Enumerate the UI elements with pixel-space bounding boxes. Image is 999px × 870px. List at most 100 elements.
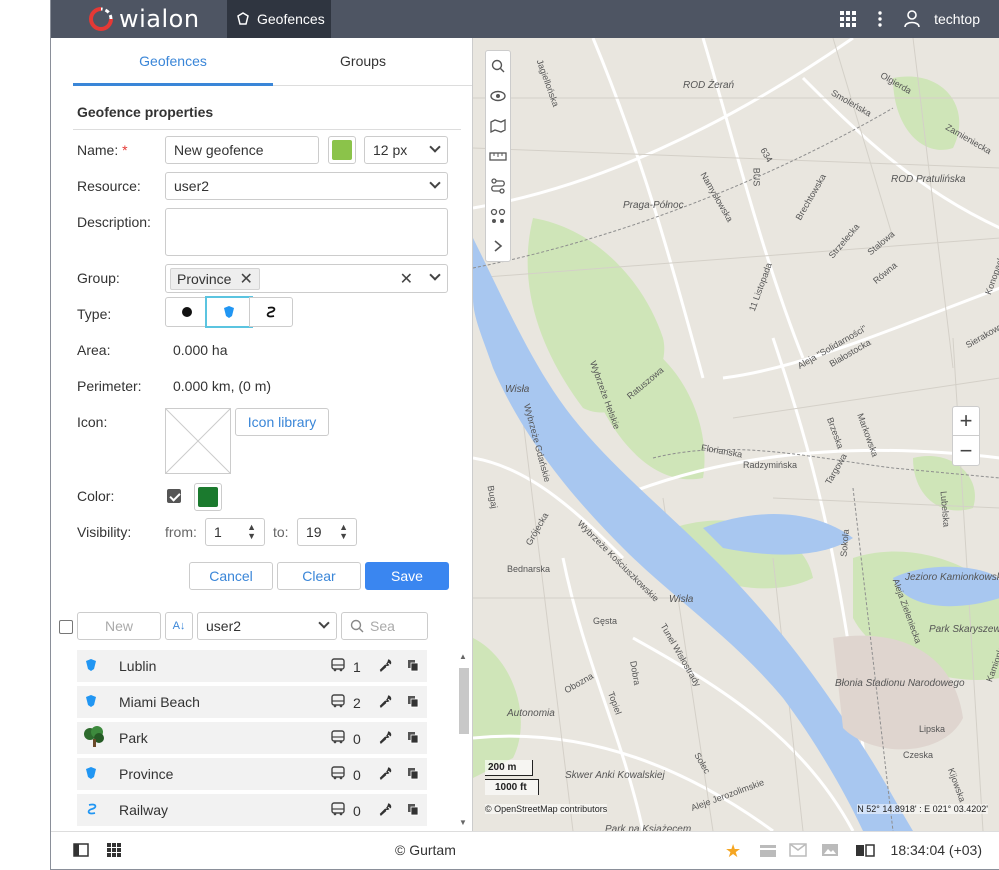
user-name[interactable]: techtop <box>934 11 980 27</box>
map-search-icon[interactable] <box>486 51 510 81</box>
name-color-picker[interactable] <box>328 136 356 164</box>
geofence-row[interactable]: Railway 0 <box>77 794 427 826</box>
nearest-units-icon[interactable] <box>486 201 510 231</box>
chip-remove-icon[interactable]: ✕ <box>239 269 252 289</box>
copy-icon[interactable] <box>407 695 419 711</box>
name-input[interactable]: New geofence <box>165 136 319 164</box>
copy-icon[interactable] <box>407 659 419 675</box>
clear-group-icon[interactable]: ✕ <box>400 269 413 289</box>
scroll-down-icon[interactable]: ▼ <box>459 818 467 827</box>
geofence-panel: Geofences Groups Geofence properties Nam… <box>51 38 473 831</box>
user-icon[interactable] <box>904 10 920 28</box>
list-resource-select[interactable]: user2 <box>197 612 337 640</box>
scroll-thumb[interactable] <box>459 668 469 734</box>
bottom-bar: © Gurtam ★ 18:34:04 (+03) <box>51 831 999 869</box>
units-count[interactable]: 1 <box>331 658 361 675</box>
billing-icon[interactable] <box>759 844 777 861</box>
ruler-icon[interactable] <box>486 141 510 171</box>
geofence-color-picker[interactable] <box>194 483 222 511</box>
more-menu-icon[interactable] <box>878 11 882 27</box>
map-attribution[interactable]: © OpenStreetMap contributors <box>485 804 608 814</box>
search-placeholder: Sea <box>370 618 395 634</box>
copy-icon[interactable] <box>407 803 419 819</box>
edit-wrench-icon[interactable] <box>379 803 392 819</box>
clear-button[interactable]: Clear <box>277 562 361 590</box>
toggle-panel-icon[interactable] <box>73 843 89 860</box>
top-bar: wialon Geofences techtop <box>51 0 999 38</box>
map-layers-icon[interactable] <box>486 111 510 141</box>
copy-icon[interactable] <box>407 767 419 783</box>
tab-groups[interactable]: Groups <box>263 38 463 86</box>
icon-placeholder[interactable] <box>165 408 231 474</box>
wialon-logo[interactable]: wialon <box>87 5 200 33</box>
chevron-right-icon[interactable] <box>486 231 510 261</box>
clock: 18:34:04 (+03) <box>890 842 982 858</box>
units-count[interactable]: 0 <box>331 730 361 747</box>
units-count[interactable]: 2 <box>331 694 361 711</box>
wialon-app: wialon Geofences techtop Geofences Group… <box>50 0 999 870</box>
bus-icon <box>331 766 353 783</box>
edit-wrench-icon[interactable] <box>379 767 392 783</box>
edit-wrench-icon[interactable] <box>379 695 392 711</box>
geofence-row[interactable]: Park 0 <box>77 722 427 754</box>
units-count[interactable]: 0 <box>331 802 361 819</box>
resource-select[interactable]: user2 <box>165 172 448 200</box>
notifications-panel-icon[interactable] <box>855 844 875 860</box>
geofence-row[interactable]: Miami Beach 2 <box>77 686 427 718</box>
geofence-row[interactable]: Province 0 <box>77 758 427 790</box>
group-select[interactable]: Province ✕ ✕ <box>165 264 448 293</box>
sort-az-button[interactable]: A↓ <box>165 612 193 640</box>
stepper-arrows-icon[interactable]: ▲ ▼ <box>247 523 256 541</box>
visibility-to-input[interactable]: 19 ▲ ▼ <box>297 518 357 546</box>
map-street-label: Czeska <box>903 750 934 760</box>
geofence-name: Lublin <box>119 658 157 674</box>
image-icon[interactable] <box>821 843 839 860</box>
edit-wrench-icon[interactable] <box>379 659 392 675</box>
route-icon[interactable] <box>486 171 510 201</box>
zoom-in-button[interactable]: + <box>953 407 979 436</box>
description-textarea[interactable] <box>165 208 448 256</box>
stepper-arrows-icon[interactable]: ▲ ▼ <box>339 523 348 541</box>
tab-geofences[interactable]: Geofences <box>73 38 273 86</box>
zoom-out-button[interactable]: − <box>953 436 979 465</box>
copy-icon[interactable] <box>407 731 419 747</box>
mini-grid-icon[interactable] <box>107 843 121 860</box>
line-icon <box>85 802 99 819</box>
messages-icon[interactable] <box>789 843 811 860</box>
type-polygon-button[interactable] <box>205 296 253 328</box>
edit-wrench-icon[interactable] <box>379 731 392 747</box>
map-place-label: ROD Żerań <box>683 80 735 91</box>
scroll-up-icon[interactable]: ▲ <box>459 652 467 661</box>
chevron-down-icon <box>429 177 441 189</box>
polygon-icon <box>85 766 97 782</box>
panel-tabs: Geofences Groups <box>73 38 472 86</box>
list-scrollbar[interactable]: ▲ ▼ <box>458 652 469 828</box>
star-icon[interactable]: ★ <box>725 841 741 862</box>
area-value: 0.000 ha <box>173 342 228 358</box>
type-line-button[interactable] <box>249 297 293 327</box>
visibility-from-input[interactable]: 1 ▲ ▼ <box>205 518 265 546</box>
save-button[interactable]: Save <box>365 562 449 590</box>
icon-library-button[interactable]: Icon library <box>235 408 329 436</box>
geofences-module-tab[interactable]: Geofences <box>227 0 331 38</box>
type-circle-button[interactable] <box>165 297 209 327</box>
perimeter-value: 0.000 km, (0 m) <box>173 378 272 394</box>
map-view[interactable]: + − ROD Żerań Praga-Północ ROD Pratulińska… <box>473 38 999 831</box>
map-place-label: Jezioro Kamionkowskie <box>905 572 999 583</box>
map-place-label: Błonia Stadionu Narodowego <box>835 678 965 689</box>
eye-icon[interactable] <box>486 81 510 111</box>
search-input[interactable]: Sea <box>341 612 428 640</box>
font-size-select[interactable]: 12 px <box>364 136 448 164</box>
cancel-button[interactable]: Cancel <box>189 562 273 590</box>
units-count[interactable]: 0 <box>331 766 361 783</box>
map-tools-panel <box>485 50 511 262</box>
select-all-checkbox[interactable] <box>59 620 73 634</box>
geofence-name: Province <box>119 766 174 782</box>
apps-grid-icon[interactable] <box>840 11 857 27</box>
chevron-down-icon <box>429 141 441 153</box>
new-button[interactable]: New <box>77 612 161 640</box>
tree-icon <box>81 726 107 751</box>
geofence-row[interactable]: Lublin 1 <box>77 650 427 682</box>
unit-count-value: 0 <box>353 730 361 747</box>
color-checkbox[interactable] <box>167 489 181 503</box>
